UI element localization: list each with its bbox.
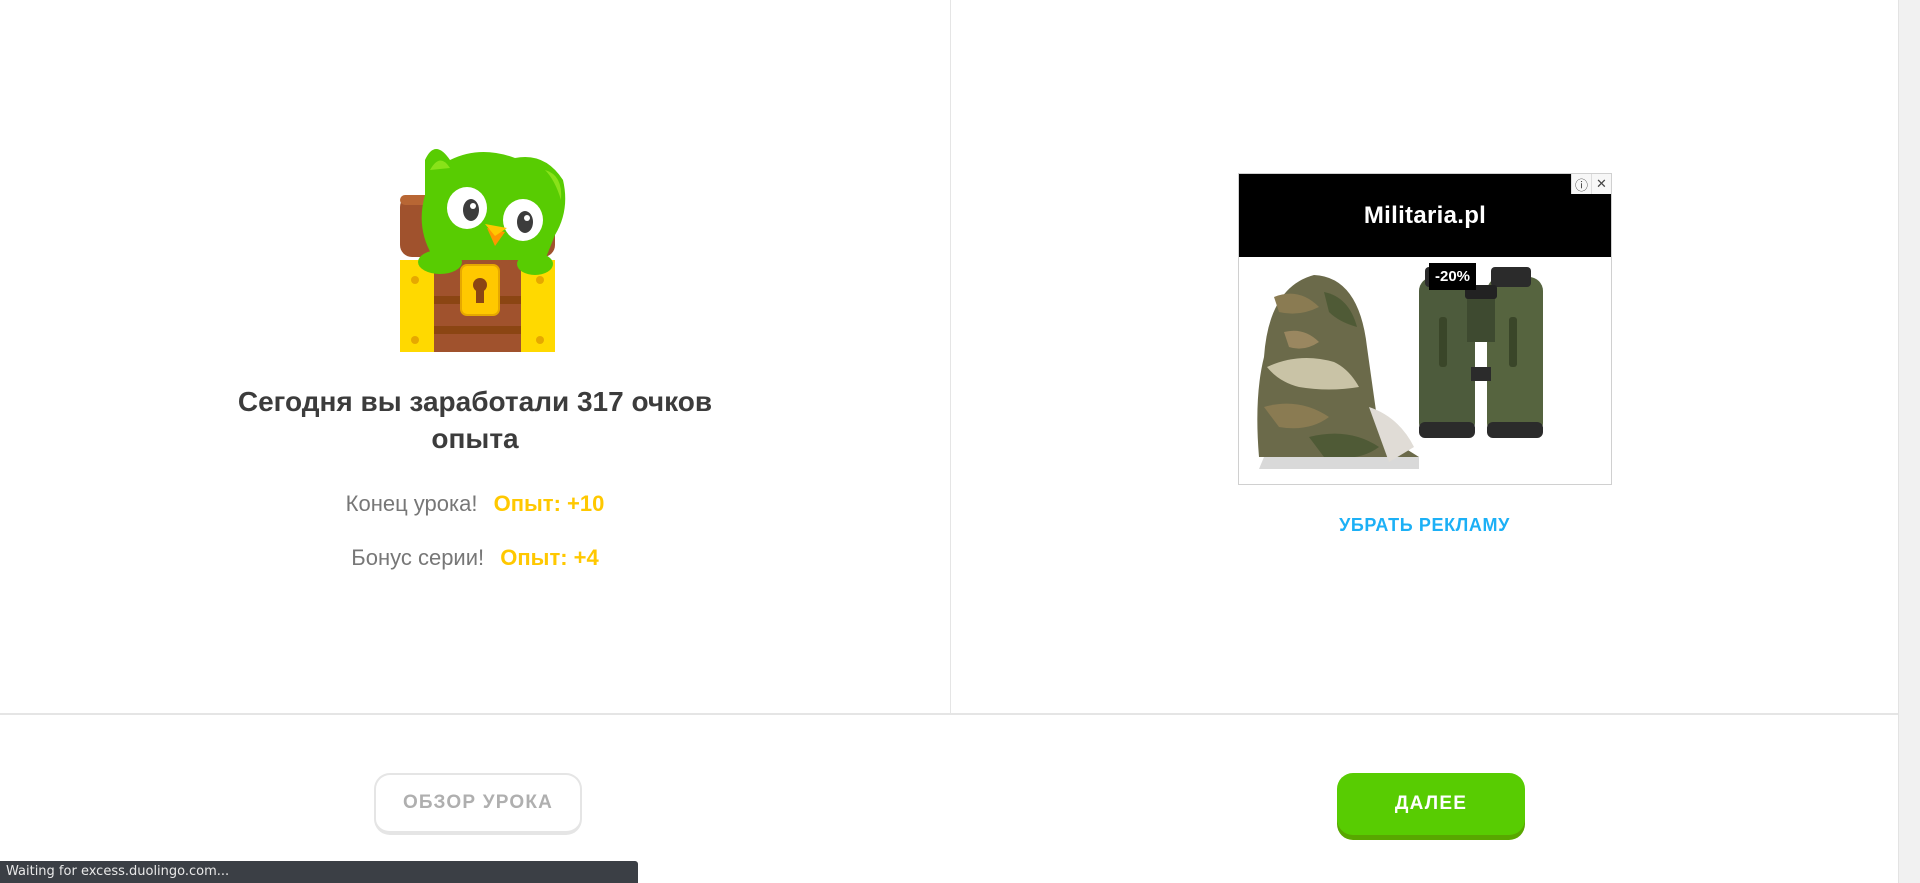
advertisement-banner[interactable]: Militaria.pl ⓘ ✕ -20% [1238,173,1612,485]
remove-ads-link[interactable]: УБРАТЬ РЕКЛАМУ [951,515,1898,536]
continue-button[interactable]: ДАЛЕЕ [1337,773,1525,835]
xp-row-label: Бонус серии! [351,545,485,570]
browser-status-bar: Waiting for excess.duolingo.com... [0,861,638,883]
xp-row-value: Опыт: +4 [500,545,599,570]
xp-earned-title: Сегодня вы заработали 317 очков опыта [237,386,713,454]
ad-panel: Militaria.pl ⓘ ✕ -20% УБРАТЬ РЕКЛАМУ [951,0,1898,715]
lesson-complete-screen: Сегодня вы заработали 317 очков опыта Ко… [0,0,1920,883]
ad-brand-header[interactable]: Militaria.pl [1239,174,1611,257]
lesson-complete-xp-row: Конец урока! Опыт: +10 [0,491,950,517]
owl-treasure-chest-icon [400,149,566,352]
lesson-summary-panel: Сегодня вы заработали 317 очков опыта Ко… [0,0,950,715]
xp-row-label: Конец урока! [345,491,478,516]
close-icon[interactable]: ✕ [1591,174,1611,194]
ad-controls: ⓘ ✕ [1571,174,1611,194]
lesson-review-button[interactable]: ОБЗОР УРОКА [374,773,582,835]
ad-brand-name: Militaria.pl [1363,201,1487,229]
vertical-scrollbar[interactable] [1898,0,1920,883]
info-icon[interactable]: ⓘ [1571,174,1591,194]
streak-bonus-xp-row: Бонус серии! Опыт: +4 [0,545,950,571]
content-area: Сегодня вы заработали 317 очков опыта Ко… [0,0,1898,715]
xp-row-value: Опыт: +10 [493,491,605,516]
ad-product-images[interactable] [1239,257,1611,484]
discount-badge: -20% [1429,263,1477,290]
